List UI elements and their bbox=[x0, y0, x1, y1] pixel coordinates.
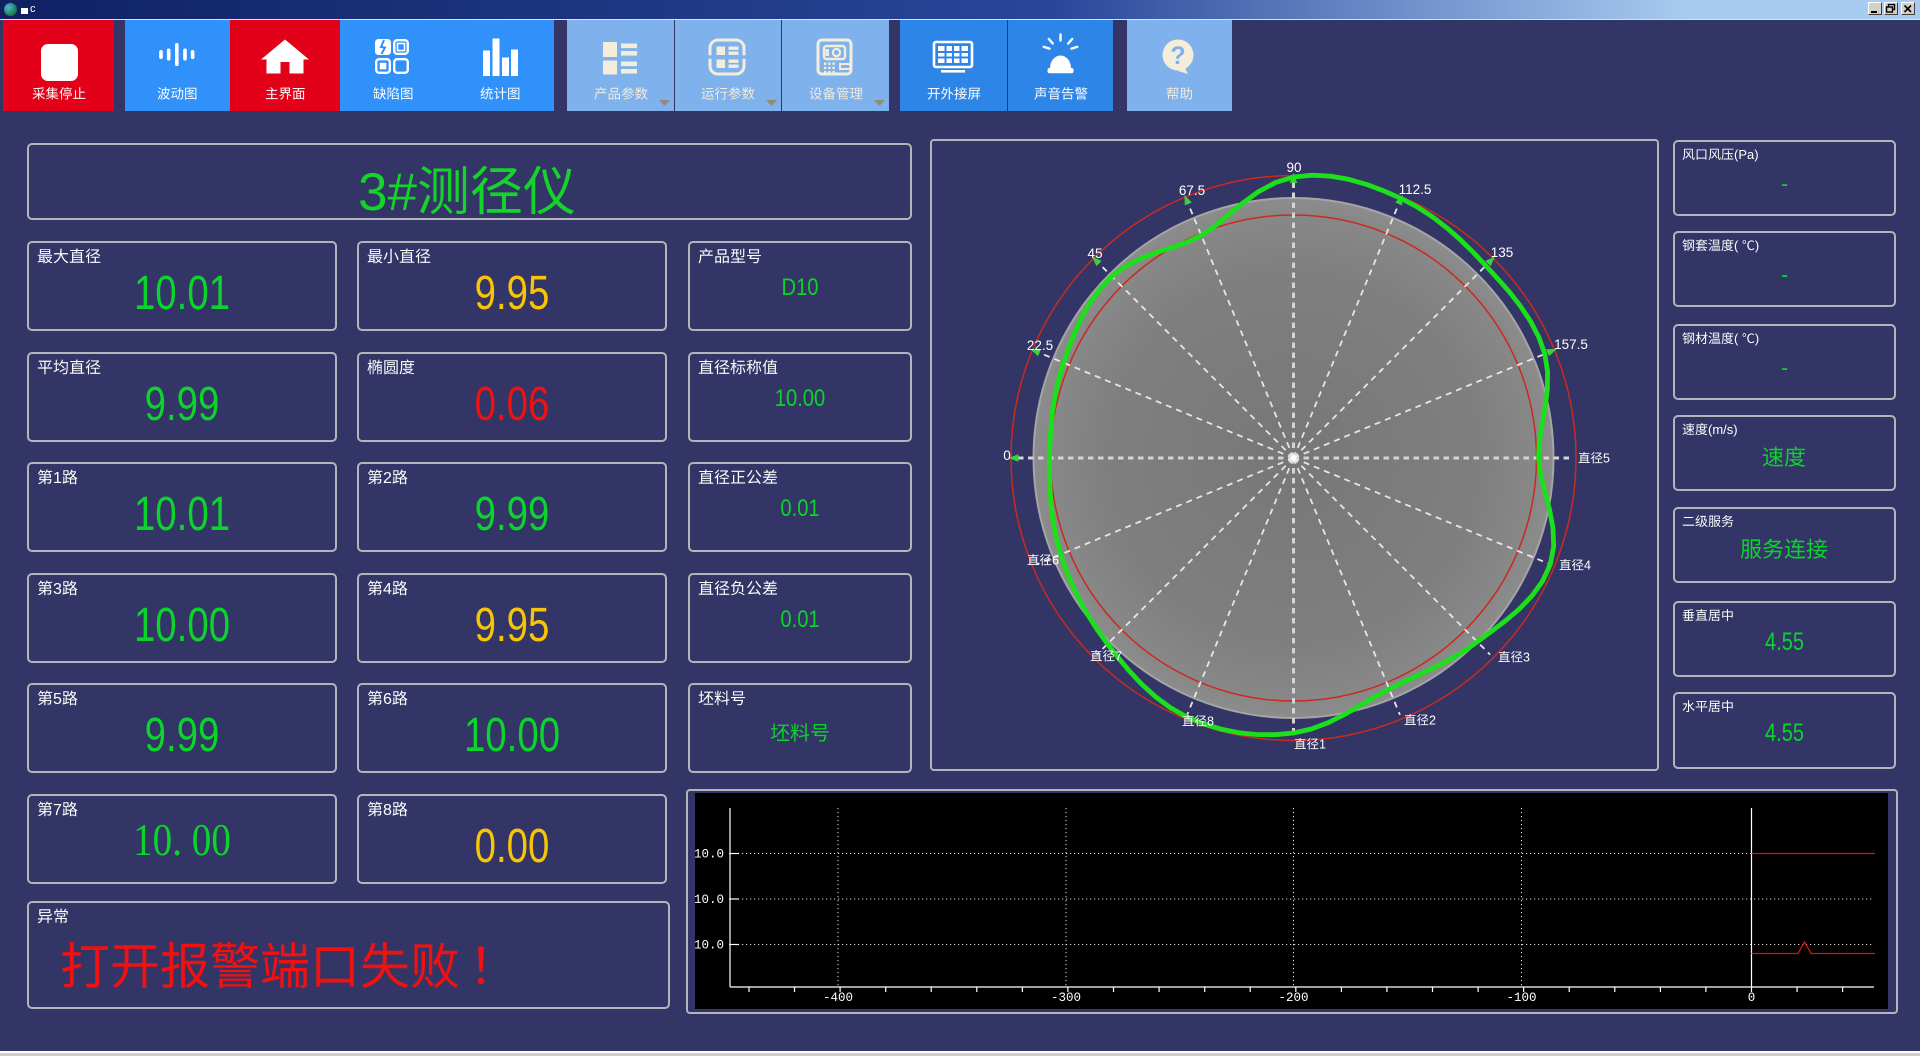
svg-text:67.5: 67.5 bbox=[1179, 183, 1205, 198]
svg-text:(: ( bbox=[1734, 238, 1739, 253]
svg-text:2: 2 bbox=[1429, 713, 1436, 727]
svg-text:2: 2 bbox=[383, 470, 392, 487]
svg-text:4: 4 bbox=[1584, 558, 1591, 572]
svg-text:4: 4 bbox=[383, 581, 392, 598]
svg-text:5: 5 bbox=[1603, 451, 1610, 465]
svg-text:90: 90 bbox=[1286, 160, 1301, 175]
svg-text:-400: -400 bbox=[823, 991, 853, 1005]
svg-text:0: 0 bbox=[1003, 448, 1011, 463]
svg-text:(: ( bbox=[1734, 331, 1739, 346]
svg-text:8: 8 bbox=[383, 802, 392, 819]
svg-text:): ) bbox=[1755, 331, 1759, 346]
svg-text:3#: 3# bbox=[358, 163, 417, 222]
svg-text:?: ? bbox=[1170, 42, 1185, 70]
svg-text:7: 7 bbox=[1115, 649, 1122, 663]
svg-text:157.5: 157.5 bbox=[1554, 337, 1588, 352]
svg-text:22.5: 22.5 bbox=[1027, 338, 1053, 353]
svg-text:5: 5 bbox=[53, 691, 62, 708]
svg-text:10.0: 10.0 bbox=[694, 893, 724, 907]
svg-text:10.0: 10.0 bbox=[694, 939, 724, 953]
svg-text:45: 45 bbox=[1087, 246, 1102, 261]
svg-text:3: 3 bbox=[53, 581, 62, 598]
svg-text:-300: -300 bbox=[1051, 991, 1081, 1005]
svg-text:-100: -100 bbox=[1506, 991, 1536, 1005]
svg-text:10.0: 10.0 bbox=[694, 848, 724, 862]
svg-text:8: 8 bbox=[1207, 714, 1214, 728]
svg-text:6: 6 bbox=[383, 691, 392, 708]
svg-text:1: 1 bbox=[53, 470, 62, 487]
svg-text:(Pa): (Pa) bbox=[1734, 147, 1759, 162]
svg-text:1: 1 bbox=[1319, 737, 1326, 751]
svg-text:3: 3 bbox=[1523, 650, 1530, 664]
svg-text:-200: -200 bbox=[1278, 991, 1308, 1005]
svg-text:(m/s): (m/s) bbox=[1708, 422, 1738, 437]
svg-text:135: 135 bbox=[1491, 245, 1514, 260]
svg-text:6: 6 bbox=[1052, 553, 1059, 567]
svg-text:0: 0 bbox=[1748, 991, 1756, 1005]
svg-text:): ) bbox=[1755, 238, 1759, 253]
svg-text:112.5: 112.5 bbox=[1399, 182, 1432, 197]
